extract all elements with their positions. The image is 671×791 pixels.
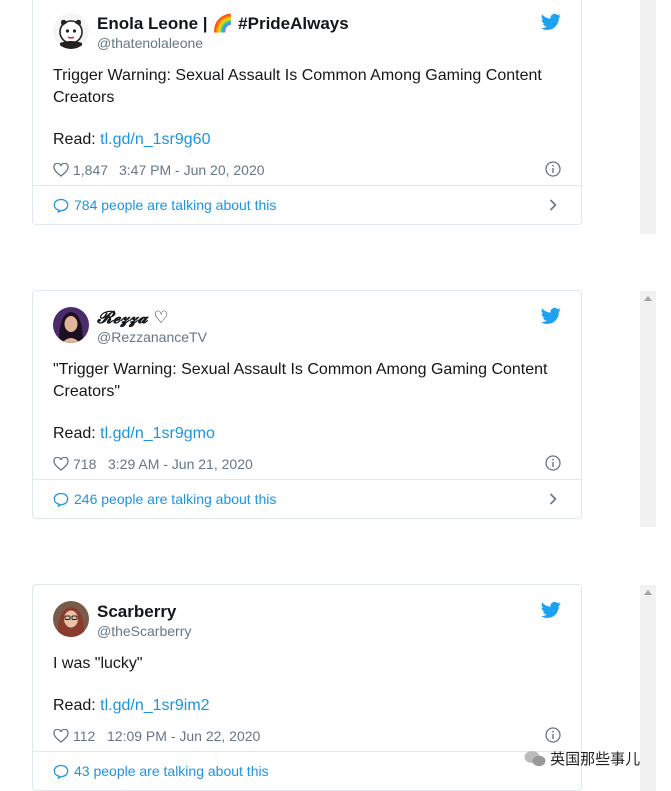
wechat-logo-icon xyxy=(524,750,546,766)
talking-count[interactable]: 784 people are talking about this xyxy=(74,197,276,213)
tweet-link[interactable]: tl.gd/n_1sr9gmo xyxy=(100,425,215,442)
tweet-card[interactable]: Scarberry @theScarberry I was "lucky" Re… xyxy=(32,584,582,791)
heart-icon[interactable] xyxy=(53,163,69,177)
twitter-bird-icon[interactable] xyxy=(541,307,561,325)
heart-icon[interactable] xyxy=(53,729,69,743)
tweet-link[interactable]: tl.gd/n_1sr9im2 xyxy=(100,697,209,714)
tweet-meta: 1,847 3:47 PM - Jun 20, 2020 xyxy=(53,151,561,185)
talking-count[interactable]: 43 people are talking about this xyxy=(74,763,269,779)
conversation-footer[interactable]: 43 people are talking about this xyxy=(33,751,581,790)
info-icon[interactable] xyxy=(545,161,561,177)
timestamp[interactable]: 3:47 PM - Jun 20, 2020 xyxy=(119,162,265,178)
tweet-card[interactable]: 𝓡𝓮𝔃𝔃𝓪 ♡ @RezzananceTV "Trigger Warning: … xyxy=(32,290,582,519)
like-count[interactable]: 718 xyxy=(73,456,96,472)
scrollbar[interactable] xyxy=(640,291,656,527)
tweet-text: "Trigger Warning: Sexual Assault Is Comm… xyxy=(53,361,548,400)
author-handle[interactable]: @thatenolaleone xyxy=(97,35,203,51)
author-handle[interactable]: @theScarberry xyxy=(97,623,191,639)
scrollbar[interactable] xyxy=(640,0,656,234)
read-line: Read: tl.gd/n_1sr9im2 xyxy=(53,695,561,717)
scroll-up-arrow-icon[interactable] xyxy=(644,590,652,595)
watermark: 英国那些事儿 xyxy=(524,748,640,772)
tweet-text: Trigger Warning: Sexual Assault Is Commo… xyxy=(53,67,542,106)
timestamp[interactable]: 12:09 PM - Jun 22, 2020 xyxy=(107,728,260,744)
info-icon[interactable] xyxy=(545,727,561,743)
chevron-right-icon[interactable] xyxy=(549,199,557,211)
author-name[interactable]: Scarberry xyxy=(97,602,176,622)
timestamp[interactable]: 3:29 AM - Jun 21, 2020 xyxy=(108,456,253,472)
twitter-bird-icon[interactable] xyxy=(541,601,561,619)
photo-avatar-icon[interactable] xyxy=(53,307,89,343)
like-count[interactable]: 1,847 xyxy=(73,162,108,178)
scrollbar[interactable] xyxy=(640,585,656,791)
read-label: Read: xyxy=(53,697,96,714)
tweet-header: Scarberry @theScarberry xyxy=(33,585,581,643)
chevron-right-icon[interactable] xyxy=(549,493,557,505)
author-handle[interactable]: @RezzananceTV xyxy=(97,329,207,345)
scroll-up-arrow-icon[interactable] xyxy=(644,296,652,301)
read-label: Read: xyxy=(53,131,96,148)
heart-icon[interactable] xyxy=(53,457,69,471)
tweet-meta: 718 3:29 AM - Jun 21, 2020 xyxy=(53,445,561,479)
reply-bubble-icon xyxy=(53,492,69,507)
conversation-footer[interactable]: 784 people are talking about this xyxy=(33,185,581,224)
tweet-link[interactable]: tl.gd/n_1sr9g60 xyxy=(100,131,210,148)
cartoon-avatar-icon[interactable] xyxy=(53,13,89,49)
author-name[interactable]: Enola Leone | 🌈 #PrideAlways xyxy=(97,14,349,34)
read-label: Read: xyxy=(53,425,96,442)
reply-bubble-icon xyxy=(53,198,69,213)
tweet-meta: 112 12:09 PM - Jun 22, 2020 xyxy=(53,717,561,751)
tweet-card[interactable]: Enola Leone | 🌈 #PrideAlways @thatenolal… xyxy=(32,0,582,225)
info-icon[interactable] xyxy=(545,455,561,471)
reply-bubble-icon xyxy=(53,764,69,779)
tweet-header: Enola Leone | 🌈 #PrideAlways @thatenolal… xyxy=(33,0,581,55)
photo-avatar-icon[interactable] xyxy=(53,601,89,637)
watermark-text: 英国那些事儿 xyxy=(550,751,641,768)
twitter-bird-icon[interactable] xyxy=(541,13,561,31)
tweet-header: 𝓡𝓮𝔃𝔃𝓪 ♡ @RezzananceTV xyxy=(33,291,581,349)
author-name[interactable]: 𝓡𝓮𝔃𝔃𝓪 ♡ xyxy=(97,308,169,328)
conversation-footer[interactable]: 246 people are talking about this xyxy=(33,479,581,518)
like-count[interactable]: 112 xyxy=(73,728,95,744)
read-line: Read: tl.gd/n_1sr9g60 xyxy=(53,129,561,151)
tweet-text: I was "lucky" xyxy=(53,655,143,672)
read-line: Read: tl.gd/n_1sr9gmo xyxy=(53,423,561,445)
talking-count[interactable]: 246 people are talking about this xyxy=(74,491,276,507)
